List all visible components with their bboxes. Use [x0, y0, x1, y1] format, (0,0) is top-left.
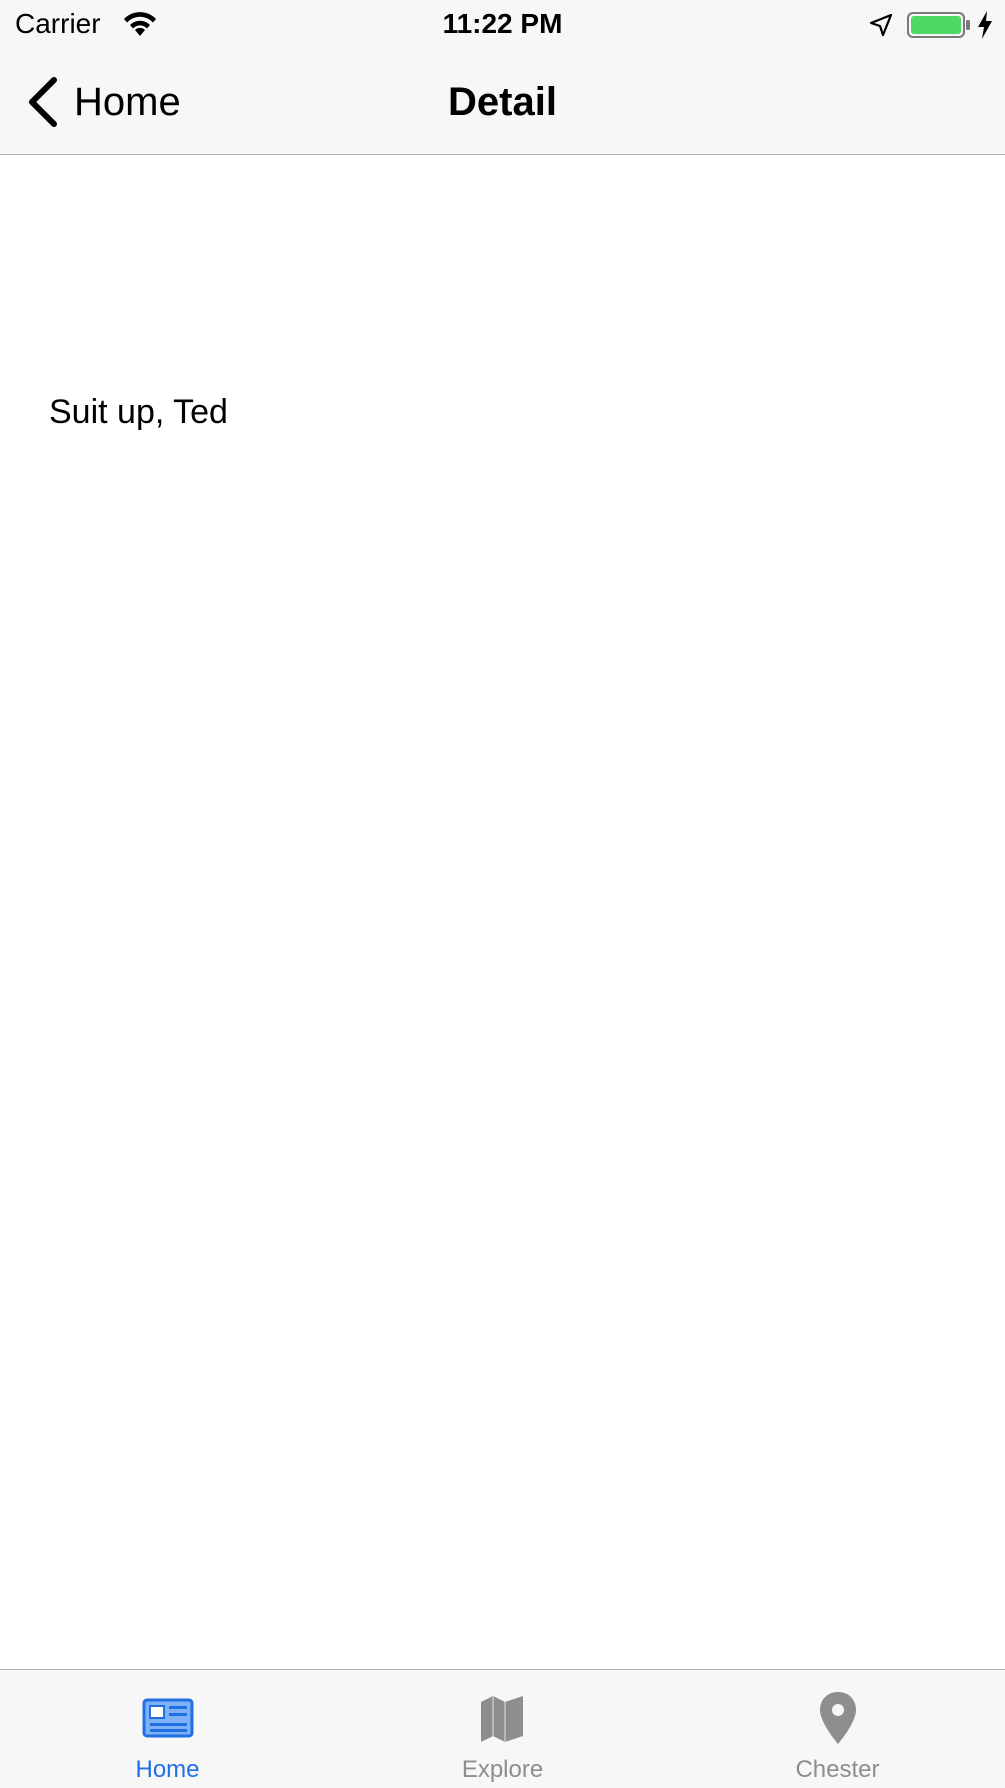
location-arrow-icon [869, 13, 893, 37]
status-bar: Carrier 11:22 PM [0, 0, 1005, 50]
content-area: Suit up, Ted [0, 155, 1005, 1669]
tab-explore[interactable]: Explore [335, 1670, 670, 1788]
tab-bar: Home Explore Chester [0, 1669, 1005, 1788]
page-title: Detail [448, 80, 557, 124]
message-text: Suit up, Ted [49, 393, 228, 431]
tab-home-label: Home [135, 1756, 200, 1783]
tab-explore-label: Explore [461, 1756, 544, 1783]
tab-chester-label: Chester [795, 1756, 880, 1783]
map-icon [480, 1696, 523, 1742]
tab-chester[interactable]: Chester [670, 1670, 1005, 1788]
newspaper-icon [142, 1698, 193, 1738]
status-time: 11:22 PM [442, 8, 563, 39]
charging-bolt-icon [978, 11, 992, 39]
tab-home[interactable]: Home [0, 1670, 335, 1788]
map-pin-icon [819, 1692, 856, 1744]
detail-screen: Carrier 11:22 PM Home Detail Suit up, Te… [0, 0, 1005, 1788]
battery-icon [907, 12, 970, 38]
navigation-bar: Home Detail [0, 50, 1005, 155]
